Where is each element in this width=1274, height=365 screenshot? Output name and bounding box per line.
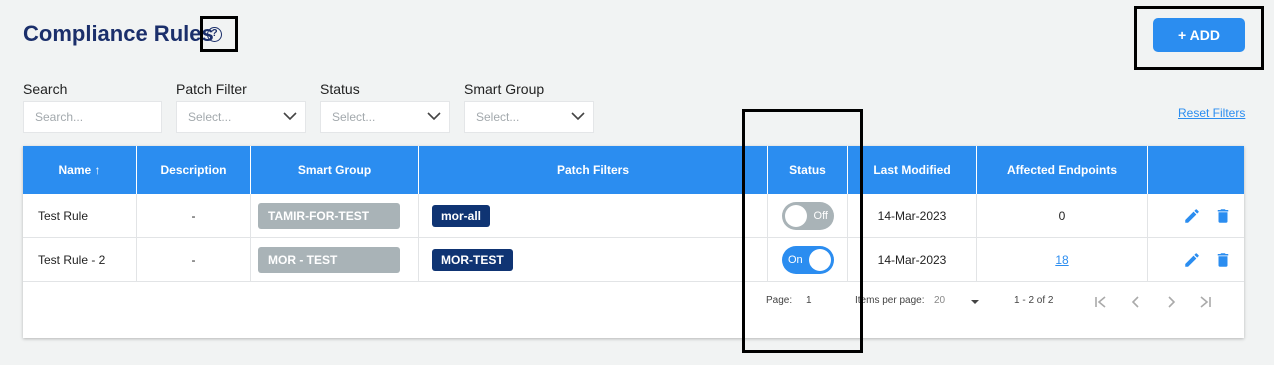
affected-endpoints: 0 bbox=[977, 194, 1148, 238]
delete-icon[interactable] bbox=[1214, 207, 1232, 225]
rule-name: Test Rule - 2 bbox=[23, 238, 137, 282]
prev-page-icon[interactable] bbox=[1128, 294, 1144, 310]
add-button[interactable]: + ADD bbox=[1153, 18, 1245, 52]
affected-endpoints-cell: 18 bbox=[977, 238, 1148, 282]
column-header-description: Description bbox=[137, 146, 251, 194]
table-row: Test Rule - TAMIR-FOR-TEST mor-all Off 1… bbox=[23, 194, 1244, 238]
column-header-actions bbox=[1148, 146, 1244, 194]
last-modified: 14-Mar-2023 bbox=[848, 238, 977, 282]
search-input[interactable]: Search... bbox=[23, 101, 162, 133]
column-header-name-label: Name bbox=[58, 163, 92, 177]
chevron-down-icon bbox=[283, 112, 297, 121]
edit-icon[interactable] bbox=[1183, 207, 1201, 225]
status-filter-value: Select... bbox=[332, 110, 376, 124]
affected-endpoints-link[interactable]: 18 bbox=[1055, 253, 1068, 267]
smart-group-chip: TAMIR-FOR-TEST bbox=[258, 203, 400, 229]
column-header-affected-endpoints: Affected Endpoints bbox=[977, 146, 1148, 194]
search-label: Search bbox=[23, 81, 68, 97]
items-per-page-select[interactable]: 20 bbox=[934, 294, 945, 308]
column-header-smart-group: Smart Group bbox=[251, 146, 419, 194]
smart-group-filter-label: Smart Group bbox=[464, 81, 545, 97]
column-header-last-modified: Last Modified bbox=[848, 146, 977, 194]
next-page-icon[interactable] bbox=[1163, 294, 1179, 310]
rule-description: - bbox=[137, 238, 251, 282]
smart-group-filter-value: Select... bbox=[476, 110, 520, 124]
smart-group-cell: MOR - TEST bbox=[251, 238, 419, 282]
last-modified: 14-Mar-2023 bbox=[848, 194, 977, 238]
column-header-name[interactable]: Name ↑ bbox=[23, 146, 137, 194]
edit-icon[interactable] bbox=[1183, 251, 1201, 269]
rule-description: - bbox=[137, 194, 251, 238]
patch-filter-value: Select... bbox=[188, 110, 232, 124]
patch-filter-chip: mor-all bbox=[432, 205, 491, 227]
status-highlight-box bbox=[742, 109, 863, 353]
table-header: Name ↑ Description Smart Group Patch Fil… bbox=[23, 146, 1244, 194]
rule-name: Test Rule bbox=[23, 194, 137, 238]
delete-icon[interactable] bbox=[1214, 251, 1232, 269]
items-per-page-label: Items per page: bbox=[855, 295, 925, 306]
last-page-icon[interactable] bbox=[1197, 294, 1213, 310]
rules-table-card: Name ↑ Description Smart Group Patch Fil… bbox=[23, 146, 1244, 338]
patch-filter-select[interactable]: Select... bbox=[176, 101, 306, 133]
smart-group-cell: TAMIR-FOR-TEST bbox=[251, 194, 419, 238]
help-icon[interactable]: ? bbox=[207, 27, 222, 42]
patch-filter-cell: mor-all bbox=[419, 194, 768, 238]
status-filter-select[interactable]: Select... bbox=[320, 101, 450, 133]
patch-filter-chip: MOR-TEST bbox=[432, 249, 513, 271]
page-title: Compliance Rules bbox=[23, 21, 214, 46]
first-page-icon[interactable] bbox=[1093, 294, 1109, 310]
chevron-down-icon bbox=[427, 112, 441, 121]
chevron-down-icon bbox=[571, 112, 585, 121]
patch-filter-label: Patch Filter bbox=[176, 81, 247, 97]
status-filter-label: Status bbox=[320, 81, 360, 97]
smart-group-chip: MOR - TEST bbox=[258, 247, 400, 273]
sort-arrow-up-icon: ↑ bbox=[94, 163, 101, 177]
actions-cell bbox=[1148, 238, 1244, 282]
reset-filters-link[interactable]: Reset Filters bbox=[1178, 106, 1245, 120]
smart-group-filter-select[interactable]: Select... bbox=[464, 101, 594, 133]
caret-down-icon[interactable] bbox=[967, 294, 983, 310]
pagination-range: 1 - 2 of 2 bbox=[1014, 295, 1054, 306]
patch-filter-cell: MOR-TEST bbox=[419, 238, 768, 282]
column-header-patch-filters: Patch Filters bbox=[419, 146, 768, 194]
actions-cell bbox=[1148, 194, 1244, 238]
table-row: Test Rule - 2 - MOR - TEST MOR-TEST On 1… bbox=[23, 238, 1244, 282]
